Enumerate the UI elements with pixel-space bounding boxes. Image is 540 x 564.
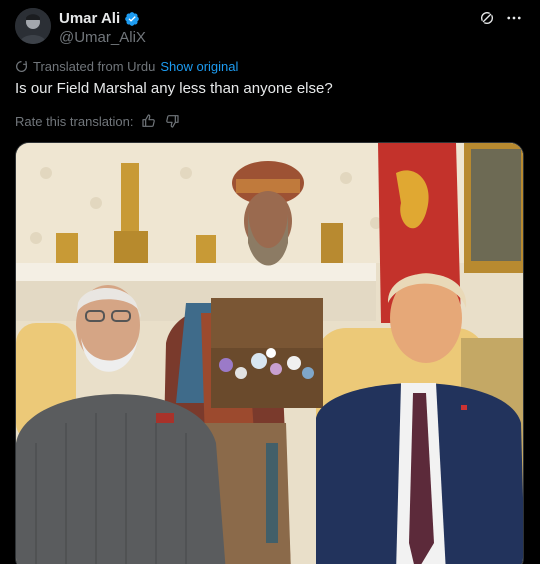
rate-translation-row: Rate this translation: xyxy=(15,113,180,129)
tweet-image[interactable] xyxy=(15,142,524,564)
avatar[interactable] xyxy=(15,8,51,44)
translate-icon xyxy=(16,60,28,72)
verified-badge-icon xyxy=(125,11,139,26)
show-original-link[interactable]: Show original xyxy=(160,59,238,74)
handle[interactable]: @Umar_AliX xyxy=(59,29,146,46)
thumbs-up-icon[interactable] xyxy=(141,113,157,129)
more-icon[interactable] xyxy=(505,9,523,27)
grok-icon[interactable] xyxy=(479,10,495,26)
name-row: Umar Ali xyxy=(59,10,140,27)
rate-translation-label: Rate this translation: xyxy=(15,113,134,129)
thumbs-down-icon[interactable] xyxy=(164,113,180,129)
translation-row: Translated from Urdu Show original xyxy=(15,59,238,74)
tweet-text: Is our Field Marshal any less than anyon… xyxy=(15,80,333,97)
tweet-header: Umar Ali @Umar_AliX xyxy=(15,8,525,48)
display-name[interactable]: Umar Ali xyxy=(59,10,120,27)
translated-from-label: Translated from Urdu xyxy=(33,59,156,74)
